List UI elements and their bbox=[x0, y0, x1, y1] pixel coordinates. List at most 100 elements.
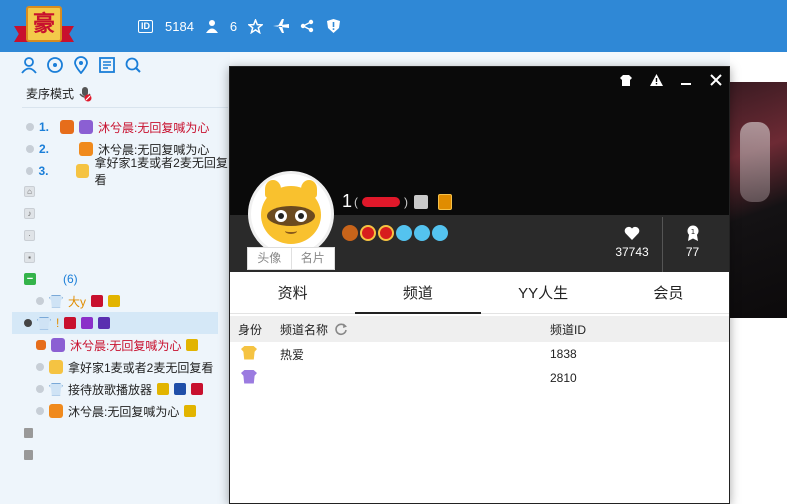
video-figure bbox=[740, 122, 770, 202]
table-row[interactable]: 2810 bbox=[230, 366, 729, 390]
user-name: ! bbox=[56, 316, 60, 330]
channel-user[interactable]: 大y bbox=[24, 290, 218, 312]
user-icon bbox=[204, 18, 220, 34]
avatar-tab[interactable]: 头像 bbox=[248, 248, 291, 269]
subchannel-locked[interactable]: ▪ bbox=[24, 246, 218, 268]
role-cell bbox=[230, 369, 278, 387]
badge-icon bbox=[191, 383, 204, 395]
channel-user[interactable]: 接待放歌播放器 bbox=[24, 378, 218, 400]
top-bar: 豪 ID 5184 6 bbox=[0, 0, 787, 52]
card-tab[interactable]: 名片 bbox=[290, 248, 335, 269]
user-name: 接待放歌播放器 bbox=[68, 382, 153, 397]
avatar-tabs: 头像 名片 bbox=[247, 247, 335, 270]
subchannel-expanded[interactable]: − (6) bbox=[24, 268, 218, 290]
badge-icon bbox=[91, 295, 104, 307]
status-dot bbox=[24, 319, 32, 327]
subchannel-music[interactable]: ♪ bbox=[24, 202, 218, 224]
close-icon[interactable] bbox=[709, 73, 723, 87]
tab-profile[interactable]: 资料 bbox=[230, 274, 355, 313]
home-icon: ⌂ bbox=[24, 185, 35, 197]
subchannel-home[interactable]: ⌂ bbox=[24, 180, 218, 202]
crown-icon bbox=[184, 405, 197, 417]
role-cell bbox=[230, 345, 278, 363]
left-toolbar bbox=[20, 56, 142, 74]
channel-name: 热爱 bbox=[280, 347, 305, 362]
status-dot bbox=[26, 123, 34, 131]
status-dot bbox=[36, 297, 44, 305]
refresh-icon[interactable] bbox=[334, 322, 348, 336]
likes-count: 37743 bbox=[615, 245, 649, 259]
role-icon bbox=[37, 316, 51, 330]
tab-channels[interactable]: 频道 bbox=[355, 274, 481, 314]
role-icon bbox=[49, 360, 63, 374]
header-role: 身份 bbox=[238, 322, 263, 337]
channel-user[interactable]: 沐兮晨:无回复喊为心 bbox=[24, 334, 218, 356]
channel-tree: ⌂ ♪ · ▪ − (6) 大y ! 沐兮晨:无回复喊为心 拿好家1麦或者2麦无… bbox=[12, 180, 218, 466]
role-icon bbox=[79, 120, 93, 134]
subchannel-locked[interactable] bbox=[24, 444, 218, 466]
user-outline-icon[interactable] bbox=[20, 56, 38, 74]
badge-icon bbox=[108, 295, 121, 307]
role-icon bbox=[76, 164, 90, 178]
location-icon[interactable] bbox=[72, 56, 90, 74]
subchannel-empty[interactable]: · bbox=[24, 224, 218, 246]
user-name: 拿好家1麦或者2麦无回复看 bbox=[68, 360, 214, 375]
lock-icon: ▪ bbox=[24, 251, 35, 263]
queue-item[interactable]: 1. 沐兮晨:无回复喊为心 bbox=[26, 116, 230, 138]
member-count: (6) bbox=[63, 272, 78, 286]
role-shirt-icon bbox=[241, 369, 257, 384]
rank-count: 77 bbox=[685, 245, 700, 259]
minimize-icon[interactable] bbox=[679, 73, 693, 87]
mic-mode-label: 麦序模式 bbox=[26, 87, 75, 101]
rank-stat[interactable]: 1 77 bbox=[662, 217, 722, 272]
header-name-cell: 频道名称 bbox=[278, 321, 548, 338]
channel-id-cell: 2810 bbox=[550, 371, 577, 385]
search-icon[interactable] bbox=[124, 56, 142, 74]
channel-user[interactable]: 沐兮晨:无回复喊为心 bbox=[24, 400, 218, 422]
subchannel-locked[interactable] bbox=[24, 422, 218, 444]
likes-stat[interactable]: 37743 bbox=[602, 217, 662, 272]
role-icon bbox=[79, 142, 93, 156]
eagle-badge-icon[interactable] bbox=[342, 225, 358, 241]
video-preview[interactable] bbox=[730, 82, 787, 318]
shield-icon[interactable] bbox=[325, 18, 341, 34]
status-dot bbox=[26, 167, 34, 175]
role-icon bbox=[51, 338, 65, 352]
skin-icon[interactable] bbox=[619, 73, 633, 87]
diamond-badge-icon[interactable] bbox=[414, 225, 430, 241]
plane-icon[interactable] bbox=[273, 18, 290, 34]
online-count: 6 bbox=[229, 18, 238, 34]
share-icon[interactable] bbox=[299, 18, 315, 34]
user-name: 沐兮晨:无回复喊为心 bbox=[68, 404, 180, 419]
lock-icon bbox=[24, 450, 33, 460]
star-icon[interactable] bbox=[247, 18, 263, 34]
queue-number: 1. bbox=[39, 120, 50, 134]
report-icon[interactable] bbox=[649, 73, 663, 87]
table-row[interactable]: 热爱 1838 bbox=[230, 342, 729, 366]
queue-item[interactable]: 3. 拿好家1麦或者2麦无回复看 bbox=[26, 156, 230, 187]
mic-queue: 1. 沐兮晨:无回复喊为心 2. 沐兮晨:无回复喊为心 3. 拿好家1麦或者2麦… bbox=[26, 116, 230, 187]
channel-table: 身份 频道名称 频道ID 热爱 1838 2810 bbox=[230, 316, 729, 390]
channel-user[interactable]: 拿好家1麦或者2麦无回复看 bbox=[24, 356, 218, 378]
chat-icon[interactable] bbox=[46, 56, 64, 74]
collapse-icon[interactable]: − bbox=[24, 273, 36, 285]
queue-user-name: 沐兮晨:无回复喊为心 bbox=[98, 120, 210, 135]
diamond-badge-icon[interactable] bbox=[396, 225, 412, 241]
tab-membership[interactable]: 会员 bbox=[606, 274, 729, 313]
channel-user-selected[interactable]: ! bbox=[12, 312, 218, 334]
list-icon[interactable] bbox=[98, 56, 116, 74]
profile-stats: 37743 1 77 bbox=[602, 217, 722, 272]
badge-icon bbox=[64, 317, 77, 329]
mic-muted-icon bbox=[79, 86, 92, 101]
level-icon bbox=[36, 340, 46, 350]
status-dot bbox=[36, 407, 44, 415]
crown-badge-icon[interactable] bbox=[360, 225, 376, 241]
crown-badge-icon[interactable] bbox=[378, 225, 394, 241]
role-icon bbox=[49, 382, 63, 396]
tab-yy-life[interactable]: YY人生 bbox=[481, 274, 606, 313]
mic-mode[interactable]: 麦序模式 bbox=[26, 85, 92, 102]
avatar[interactable] bbox=[248, 171, 334, 257]
diamond-badge-icon[interactable] bbox=[432, 225, 448, 241]
header-id: 频道ID bbox=[550, 322, 587, 337]
book-icon[interactable] bbox=[438, 193, 453, 210]
